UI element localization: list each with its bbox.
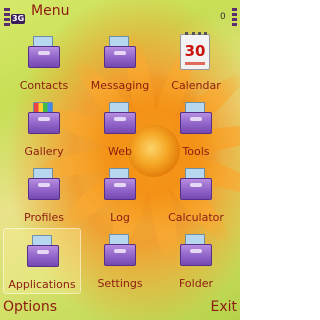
page-title: Menu xyxy=(31,3,70,19)
contacts-icon xyxy=(28,36,60,72)
folder-icon xyxy=(180,234,212,270)
calculator-icon xyxy=(180,168,212,204)
menu-item-settings[interactable]: Settings xyxy=(81,228,159,294)
log-icon xyxy=(104,168,136,204)
menu-item-label: Folder xyxy=(179,277,213,290)
menu-item-web[interactable]: Web xyxy=(81,96,159,162)
menu-item-label: Settings xyxy=(97,277,143,290)
signal-strength-icon xyxy=(4,8,10,30)
web-icon xyxy=(104,102,136,138)
profiles-icon xyxy=(28,168,60,204)
gallery-icon xyxy=(28,102,60,138)
menu-item-label: Contacts xyxy=(19,79,69,92)
menu-item-label: Calendar xyxy=(171,79,221,92)
menu-item-applications[interactable]: Applications xyxy=(3,228,81,294)
network-type-badge: 3G xyxy=(11,14,26,24)
menu-item-label: Messaging xyxy=(90,79,150,92)
messaging-icon xyxy=(104,36,136,72)
menu-grid: Contacts Messaging 30 Calendar Gallery W… xyxy=(0,30,240,294)
menu-item-label: Log xyxy=(110,211,130,224)
menu-item-folder[interactable]: Folder xyxy=(157,228,235,294)
status-bar: 3G Menu 0 xyxy=(0,0,240,32)
menu-item-label: Calculator xyxy=(168,211,224,224)
menu-item-messaging[interactable]: Messaging xyxy=(81,30,159,96)
tools-icon xyxy=(180,102,212,138)
menu-item-calendar[interactable]: 30 Calendar xyxy=(157,30,235,96)
menu-item-label: Tools xyxy=(182,145,210,158)
menu-item-log[interactable]: Log xyxy=(81,162,159,228)
softkey-bar: Options Exit xyxy=(0,292,240,320)
menu-item-label: Gallery xyxy=(24,145,64,158)
menu-item-gallery[interactable]: Gallery xyxy=(5,96,83,162)
battery-label: 0 xyxy=(220,12,226,22)
calendar-day: 30 xyxy=(184,42,206,60)
applications-icon xyxy=(27,235,59,271)
exit-softkey[interactable]: Exit xyxy=(210,299,237,315)
menu-item-calculator[interactable]: Calculator xyxy=(157,162,235,228)
settings-icon xyxy=(104,234,136,270)
menu-item-tools[interactable]: Tools xyxy=(157,96,235,162)
battery-icon xyxy=(232,8,237,30)
menu-item-label: Applications xyxy=(8,278,76,291)
calendar-icon: 30 xyxy=(180,32,210,70)
menu-item-label: Web xyxy=(108,145,132,158)
menu-item-label: Profiles xyxy=(24,211,64,224)
menu-item-profiles[interactable]: Profiles xyxy=(5,162,83,228)
phone-screen: 3G Menu 0 Contacts Messaging 30 Calendar xyxy=(0,0,240,320)
menu-item-contacts[interactable]: Contacts xyxy=(5,30,83,96)
options-softkey[interactable]: Options xyxy=(3,299,57,315)
